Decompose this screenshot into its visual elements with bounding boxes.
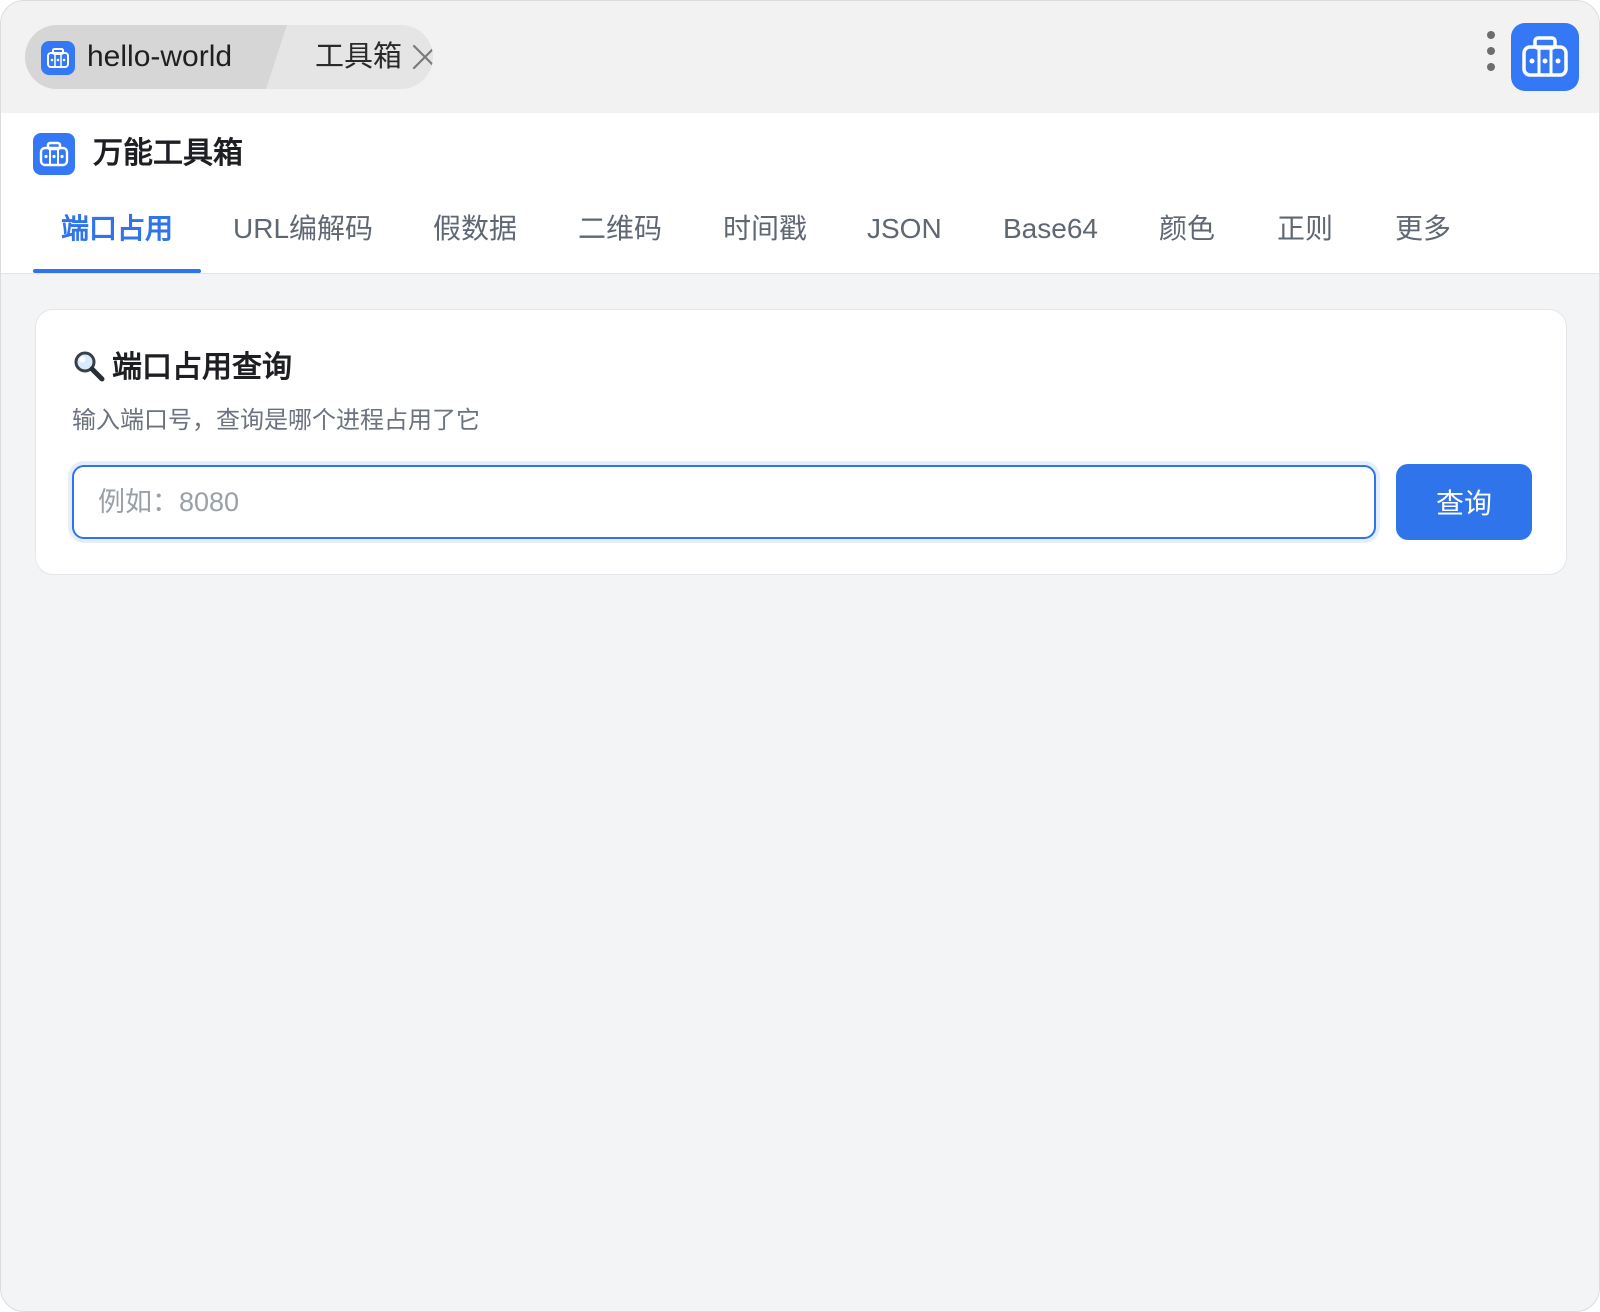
breadcrumb-app[interactable]: hello-world — [25, 25, 287, 89]
breadcrumb: hello-world 工具箱 — [25, 25, 433, 89]
tab-color[interactable]: 颜色 — [1159, 191, 1215, 273]
tab-url-codec[interactable]: URL编解码 — [233, 191, 373, 273]
search-icon — [72, 349, 106, 383]
app-window: hello-world 工具箱 万能工具箱 端口占用 URL编解码 假数据 二维… — [0, 0, 1600, 1312]
card-description: 输入端口号，查询是哪个进程占用了它 — [72, 407, 480, 434]
app-header: 万能工具箱 端口占用 URL编解码 假数据 二维码 时间戳 JSON Base6… — [1, 113, 1599, 274]
active-tab-indicator — [33, 269, 201, 273]
tab-label: URL编解码 — [233, 213, 374, 244]
toolbox-icon — [41, 41, 75, 75]
query-button[interactable]: 查询 — [1396, 464, 1532, 540]
tab-bar: 端口占用 URL编解码 假数据 二维码 时间戳 JSON Base64 颜色 正… — [33, 191, 1573, 273]
tab-label: 颜色 — [1159, 213, 1216, 244]
tab-more[interactable]: 更多 — [1395, 191, 1451, 273]
tab-fake-data[interactable]: 假数据 — [433, 191, 517, 273]
tab-qrcode[interactable]: 二维码 — [578, 191, 662, 273]
title-bar: hello-world 工具箱 — [1, 1, 1599, 113]
tab-base64[interactable]: Base64 — [1003, 191, 1098, 273]
card-title: 端口占用查询 — [72, 346, 292, 390]
tab-label: 二维码 — [578, 213, 663, 244]
tab-json[interactable]: JSON — [867, 191, 942, 273]
breadcrumb-app-name: hello-world — [87, 40, 233, 73]
port-input[interactable] — [72, 465, 1376, 539]
tab-label: 端口占用 — [60, 213, 173, 244]
tab-label: 正则 — [1277, 213, 1334, 244]
tab-regex[interactable]: 正则 — [1277, 191, 1333, 273]
tab-timestamp[interactable]: 时间戳 — [723, 191, 807, 273]
tab-label: 时间戳 — [723, 213, 808, 244]
tab-label: JSON — [867, 213, 942, 244]
tab-label: 更多 — [1395, 213, 1452, 244]
toolbox-icon[interactable] — [1511, 23, 1579, 91]
tab-port-usage[interactable]: 端口占用 — [33, 191, 201, 273]
tab-label: 假数据 — [433, 213, 518, 244]
breadcrumb-page-name: 工具箱 — [315, 41, 403, 73]
more-vertical-icon[interactable] — [1481, 31, 1501, 79]
toolbox-icon — [33, 133, 75, 175]
card-title-text: 端口占用查询 — [112, 351, 292, 384]
page-title: 万能工具箱 — [93, 137, 243, 170]
tab-label: Base64 — [1003, 213, 1098, 244]
port-query-card: 端口占用查询 输入端口号，查询是哪个进程占用了它 查询 — [35, 309, 1567, 575]
close-icon[interactable] — [411, 43, 433, 71]
